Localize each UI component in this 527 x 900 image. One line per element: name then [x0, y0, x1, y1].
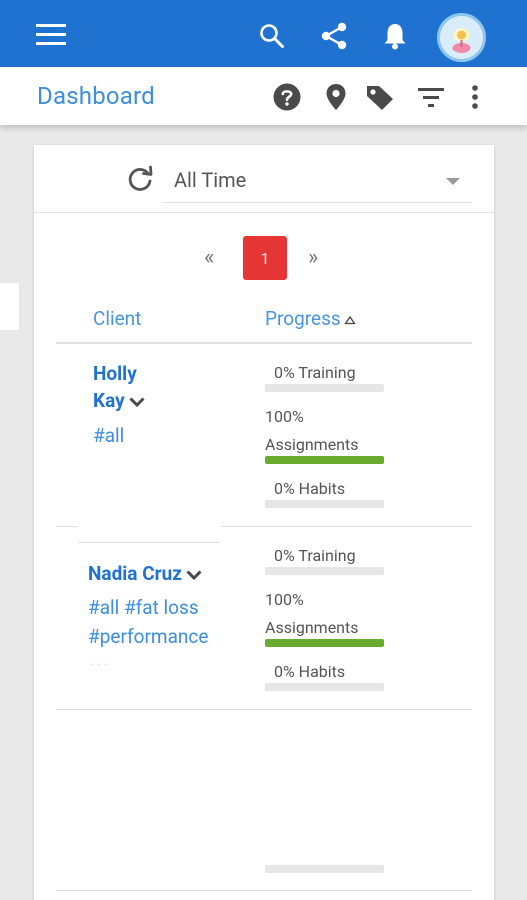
progress-fill — [265, 456, 384, 464]
progress-fill — [265, 639, 384, 647]
tag-icon[interactable] — [364, 81, 396, 113]
training-label: 0% Training — [274, 363, 356, 382]
client-progress-card: All Time « 1 » Client Progress Holly Kay… — [34, 145, 494, 900]
filter-icon[interactable] — [415, 81, 447, 113]
chevron-down-icon[interactable] — [129, 397, 145, 407]
pagination-prev-button[interactable]: « — [204, 245, 214, 270]
location-pin-icon[interactable] — [320, 81, 352, 113]
client-name-link[interactable]: Holly Kay — [93, 360, 145, 414]
column-header-client[interactable]: Client — [93, 307, 141, 330]
row-divider — [56, 890, 472, 891]
habits-progress-bar — [265, 683, 384, 691]
help-icon[interactable] — [271, 81, 303, 113]
client-tags[interactable]: #all #fat loss #performance — [88, 593, 208, 651]
assignments-percent: 100% — [265, 407, 304, 426]
client-tags-line: #performance — [88, 625, 209, 648]
app-bar — [0, 0, 527, 67]
column-header-label: Client — [93, 307, 142, 330]
row-divider — [56, 526, 78, 527]
menu-icon[interactable] — [33, 20, 69, 50]
date-range-select[interactable]: All Time — [162, 159, 472, 203]
client-full-name: Nadia Cruz — [88, 562, 182, 585]
refresh-icon[interactable] — [126, 165, 156, 195]
column-header-progress[interactable]: Progress — [265, 307, 356, 330]
training-progress-bar — [265, 567, 384, 575]
client-first-name: Holly — [93, 362, 137, 385]
assignments-label: Assignments — [265, 435, 359, 454]
progress-bar-placeholder — [265, 865, 384, 873]
sub-header: Dashboard — [0, 67, 527, 125]
column-header-label: Progress — [265, 307, 341, 330]
assignments-progress-bar — [265, 639, 384, 647]
divider — [34, 212, 494, 213]
client-tags-line: #all #fat loss — [88, 596, 199, 619]
table-header-divider — [56, 342, 472, 344]
row-divider — [221, 526, 472, 527]
client-tags[interactable]: #all — [93, 421, 124, 450]
habits-progress-bar — [265, 500, 384, 508]
share-icon[interactable] — [318, 20, 350, 52]
row-divider — [78, 542, 220, 543]
pagination-current-page[interactable]: 1 — [243, 236, 287, 280]
assignments-percent: 100% — [265, 590, 304, 609]
search-icon[interactable] — [257, 21, 287, 51]
pagination-next-button[interactable]: » — [308, 245, 318, 270]
training-label: 0% Training — [274, 546, 356, 565]
chevron-down-icon[interactable] — [186, 570, 202, 580]
chevron-down-icon — [446, 178, 460, 185]
page-title: Dashboard — [37, 82, 155, 110]
more-vert-icon[interactable] — [459, 81, 491, 113]
habits-label: 0% Habits — [274, 662, 346, 681]
row-divider — [56, 709, 472, 710]
training-progress-bar — [265, 384, 384, 392]
more-tags-fade: · · · — [90, 657, 108, 673]
bell-icon[interactable] — [380, 21, 410, 51]
client-name-link[interactable]: Nadia Cruz — [88, 560, 202, 587]
date-range-value: All Time — [174, 168, 247, 192]
assignments-progress-bar — [265, 456, 384, 464]
habits-label: 0% Habits — [274, 479, 346, 498]
side-panel-edge — [0, 283, 19, 330]
client-last-name: Kay — [93, 389, 125, 412]
assignments-label: Assignments — [265, 618, 359, 637]
avatar[interactable] — [437, 13, 486, 62]
sort-up-icon — [343, 315, 356, 325]
